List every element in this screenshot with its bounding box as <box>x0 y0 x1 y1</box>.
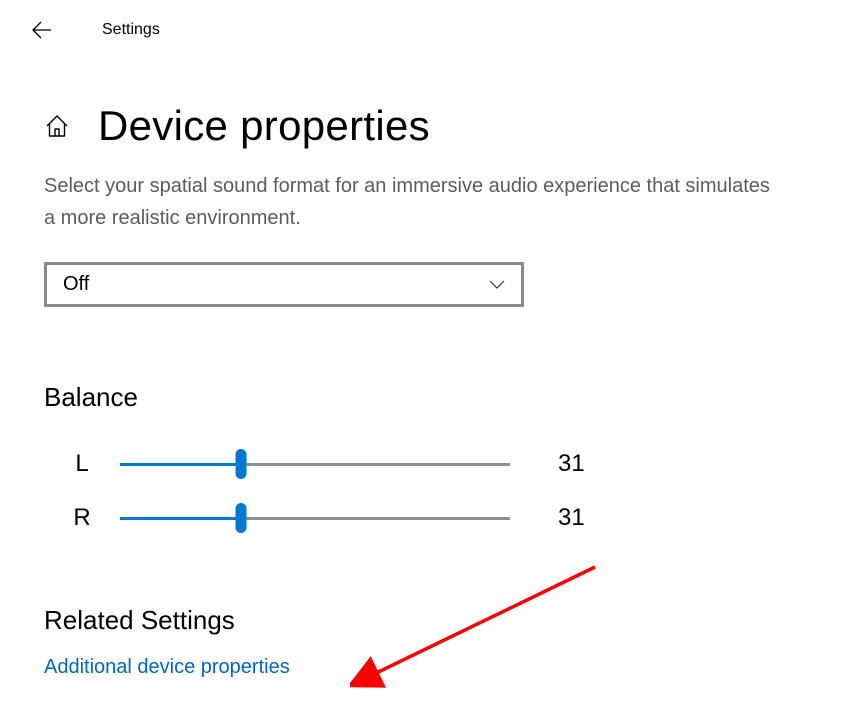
slider-track-filled <box>120 517 241 520</box>
page-title: Device properties <box>98 102 430 150</box>
slider-thumb[interactable] <box>235 449 246 479</box>
balance-title: Balance <box>44 382 849 413</box>
spatial-sound-dropdown[interactable]: Off <box>44 262 524 307</box>
slider-thumb[interactable] <box>235 503 246 533</box>
dropdown-selected-value: Off <box>63 273 89 296</box>
home-button[interactable] <box>44 113 70 139</box>
balance-left-row: L 31 <box>44 437 849 491</box>
balance-right-slider[interactable] <box>120 503 510 533</box>
home-icon <box>44 113 70 139</box>
back-arrow-icon <box>31 19 53 41</box>
balance-section: Balance L 31 R 31 <box>44 382 849 545</box>
related-settings-title: Related Settings <box>44 605 849 636</box>
header-title: Settings <box>102 21 160 39</box>
balance-right-value: 31 <box>558 504 585 532</box>
additional-device-properties-link[interactable]: Additional device properties <box>44 656 290 678</box>
balance-left-label: L <box>44 450 120 478</box>
page-title-row: Device properties <box>44 102 849 150</box>
balance-right-label: R <box>44 504 120 532</box>
balance-left-slider[interactable] <box>120 449 510 479</box>
content-area: Device properties Select your spatial so… <box>0 42 849 679</box>
balance-left-value: 31 <box>558 450 585 478</box>
page-description: Select your spatial sound format for an … <box>44 170 784 234</box>
slider-track-filled <box>120 463 241 466</box>
back-button[interactable] <box>30 18 54 42</box>
chevron-down-icon <box>489 280 505 290</box>
header-bar: Settings <box>0 0 849 42</box>
balance-right-row: R 31 <box>44 491 849 545</box>
